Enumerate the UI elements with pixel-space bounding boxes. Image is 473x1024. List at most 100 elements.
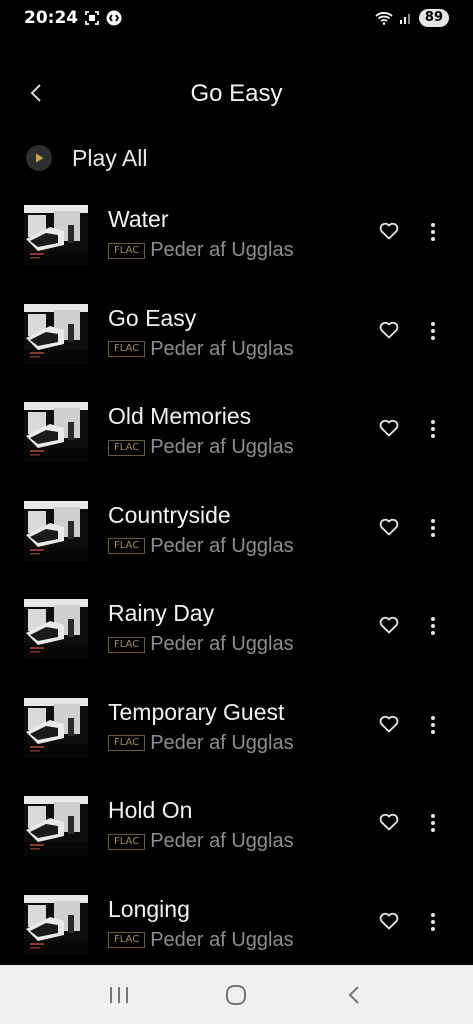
recents-icon	[109, 986, 128, 1003]
format-badge: FLAC	[108, 341, 146, 357]
more-options-button[interactable]	[424, 912, 442, 936]
track-artist: Peder af Ugglas	[150, 731, 294, 754]
album-cover	[24, 402, 88, 462]
heart-icon	[379, 715, 399, 737]
favorite-button[interactable]	[378, 321, 400, 343]
navigation-bar	[0, 965, 473, 1024]
format-badge: FLAC	[108, 439, 146, 456]
more-options-button[interactable]	[424, 321, 442, 345]
more-options-button[interactable]	[424, 222, 442, 246]
track-info: Longing FLAC Peder af Ugglas	[108, 895, 294, 952]
track-artist: Peder af Ugglas	[150, 830, 294, 852]
track-subtitle: FLAC Peder af Ugglas	[108, 239, 294, 262]
favorite-button[interactable]	[378, 616, 400, 638]
album-cover	[24, 697, 88, 758]
more-vertical-icon	[430, 912, 436, 936]
track-info: Old Memories FLAC Peder af Ugglas	[108, 402, 294, 459]
status-bar: 20:24 89	[0, 0, 473, 36]
more-options-button[interactable]	[424, 616, 442, 640]
battery-indicator: 89	[418, 9, 449, 27]
more-vertical-icon	[430, 715, 436, 739]
track-subtitle: FLAC Peder af Ugglas	[108, 830, 294, 853]
format-badge: FLAC	[108, 538, 146, 554]
track-info: Temporary Guest FLAC Peder af Ugglas	[108, 698, 294, 755]
favorite-button[interactable]	[378, 813, 400, 835]
play-icon	[26, 145, 52, 171]
recents-button[interactable]	[99, 975, 139, 1015]
album-cover	[24, 599, 88, 659]
track-title: Go Easy	[108, 304, 197, 331]
track-title: Rainy Day	[108, 600, 215, 626]
favorite-button[interactable]	[378, 419, 400, 441]
track-artist: Peder af Ugglas	[150, 337, 294, 360]
heart-icon	[379, 518, 399, 540]
track-title: Longing	[108, 895, 190, 922]
heart-icon	[379, 813, 399, 835]
track-row[interactable]: Water FLAC Peder af Ugglas	[0, 191, 473, 290]
track-info: Water FLAC Peder af Ugglas	[108, 205, 294, 262]
favorite-button[interactable]	[378, 715, 400, 737]
track-subtitle: FLAC Peder af Ugglas	[108, 338, 294, 361]
track-info: Go Easy FLAC Peder af Ugglas	[108, 304, 294, 361]
more-options-button[interactable]	[424, 813, 442, 837]
heart-icon	[379, 321, 399, 343]
favorite-button[interactable]	[378, 912, 400, 934]
album-cover	[24, 894, 88, 955]
heart-icon	[379, 419, 399, 441]
track-title: Hold On	[108, 797, 193, 823]
heart-icon	[379, 912, 399, 934]
favorite-button[interactable]	[378, 518, 400, 540]
home-icon	[226, 984, 247, 1005]
track-artist: Peder af Ugglas	[150, 928, 294, 951]
track-subtitle: FLAC Peder af Ugglas	[108, 436, 294, 459]
track-subtitle: FLAC Peder af Ugglas	[108, 633, 294, 656]
format-badge: FLAC	[108, 242, 146, 259]
more-vertical-icon	[430, 419, 436, 443]
play-all-button[interactable]: Play All	[26, 140, 147, 176]
track-artist: Peder af Ugglas	[150, 633, 294, 655]
signal-icon	[399, 11, 413, 25]
format-badge: FLAC	[108, 833, 146, 850]
format-badge: FLAC	[108, 735, 146, 751]
more-vertical-icon	[430, 813, 436, 837]
track-subtitle: FLAC Peder af Ugglas	[108, 732, 294, 755]
album-cover	[24, 796, 88, 856]
format-badge: FLAC	[108, 636, 146, 653]
play-all-label: Play All	[72, 144, 148, 171]
favorite-button[interactable]	[378, 222, 400, 244]
track-row[interactable]: Rainy Day FLAC Peder af Ugglas	[0, 585, 473, 684]
heart-icon	[379, 616, 399, 638]
more-options-button[interactable]	[424, 419, 442, 443]
system-back-button[interactable]	[334, 975, 374, 1015]
more-vertical-icon	[430, 222, 436, 246]
more-vertical-icon	[430, 518, 436, 542]
track-list: Water FLAC Peder af Ugglas Go Easy FLAC …	[0, 191, 473, 979]
wifi-icon	[375, 11, 393, 25]
track-subtitle: FLAC Peder af Ugglas	[108, 535, 294, 558]
page-title: Go Easy	[190, 80, 283, 107]
track-artist: Peder af Ugglas	[150, 436, 294, 458]
screenshot-icon	[84, 10, 100, 26]
more-options-button[interactable]	[424, 518, 442, 542]
track-row[interactable]: Old Memories FLAC Peder af Ugglas	[0, 388, 473, 487]
album-cover	[24, 500, 88, 561]
more-options-button[interactable]	[424, 715, 442, 739]
track-info: Hold On FLAC Peder af Ugglas	[108, 796, 294, 853]
more-vertical-icon	[430, 321, 436, 345]
shazam-icon	[106, 10, 122, 26]
home-button[interactable]	[216, 975, 256, 1015]
heart-icon	[379, 222, 399, 244]
album-cover	[24, 205, 88, 265]
track-title: Temporary Guest	[108, 698, 285, 725]
track-row[interactable]: Go Easy FLAC Peder af Ugglas	[0, 290, 473, 389]
header: Go Easy	[0, 70, 473, 118]
track-row[interactable]: Hold On FLAC Peder af Ugglas	[0, 782, 473, 881]
track-row[interactable]: Temporary Guest FLAC Peder af Ugglas	[0, 684, 473, 783]
album-cover	[24, 303, 88, 364]
format-badge: FLAC	[108, 932, 146, 948]
track-title: Countryside	[108, 501, 231, 528]
track-row[interactable]: Countryside FLAC Peder af Ugglas	[0, 487, 473, 586]
track-info: Rainy Day FLAC Peder af Ugglas	[108, 599, 294, 656]
track-title: Old Memories	[108, 403, 252, 429]
track-artist: Peder af Ugglas	[150, 534, 294, 557]
